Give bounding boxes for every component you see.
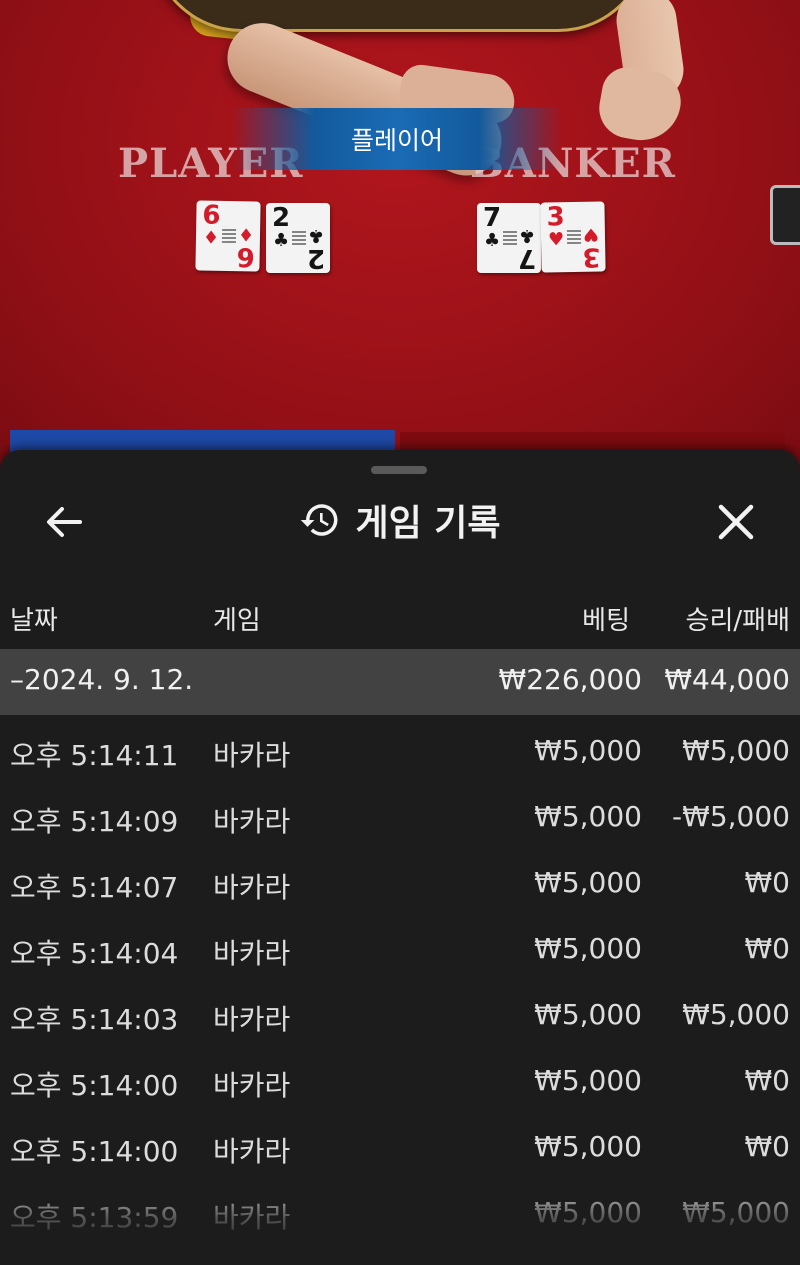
banker-card-1: 7 ♣ 7 ♣ [477,203,541,273]
banker-card-2: 3 ♥ 3 ♥ [540,201,606,273]
row-bet: ₩5,000 [534,1064,642,1097]
sheet-title: 게임 기록 [0,490,800,550]
row-game: 바카라 [213,871,291,904]
history-row[interactable]: 오후 5:13:59 바카라 ₩5,000 ₩5,000 [0,1180,800,1246]
card-shoe [770,185,800,245]
history-row[interactable]: 오후 5:14:03 바카라 ₩5,000 ₩5,000 [0,982,800,1048]
row-game: 바카라 [213,1201,291,1234]
row-bet: ₩5,000 [534,1196,642,1229]
row-time: 오후 5:14:03 [10,1003,179,1036]
history-row[interactable]: 오후 5:14:07 바카라 ₩5,000 ₩0 [0,850,800,916]
row-win-loss: ₩0 [744,1064,791,1097]
game-history-sheet: 게임 기록 날짜 게임 베팅 승리/패배 –2024. 9. 12. ₩226,… [0,450,800,1265]
sheet-header: 게임 기록 [0,490,800,550]
group-total-win-loss: ₩44,000 [664,663,790,696]
row-game: 바카라 [213,1069,291,1102]
row-win-loss: ₩5,000 [682,1196,790,1229]
history-row[interactable]: 오후 5:14:00 바카라 ₩5,000 ₩0 [0,1048,800,1114]
row-win-loss: ₩0 [744,1130,791,1163]
row-time: 오후 5:14:07 [10,871,179,904]
live-video-view: PLAYER BANKER 플레이어 6 ♦ 6 ♦ 2 ♣ 2 ♣ 7 ♣ 7… [0,0,800,470]
row-bet: ₩5,000 [534,800,642,833]
table-header: 날짜 게임 베팅 승리/패배 [0,590,800,646]
row-game: 바카라 [213,1135,291,1168]
row-bet: ₩5,000 [534,932,642,965]
arrow-left-icon [47,507,82,537]
group-date: –2024. 9. 12. [10,663,194,696]
sheet-drag-handle[interactable] [371,466,427,474]
history-row[interactable]: 오후 5:14:11 바카라 ₩5,000 ₩5,000 [0,718,800,784]
history-row[interactable]: 오후 5:14:00 바카라 ₩5,000 ₩0 [0,1114,800,1180]
row-game: 바카라 [213,739,291,772]
column-header-game[interactable]: 게임 [213,600,261,637]
row-time: 오후 5:14:09 [10,805,179,838]
column-header-bet[interactable]: 베팅 [582,600,630,637]
row-time: 오후 5:14:00 [10,1069,179,1102]
row-win-loss: ₩0 [744,866,791,899]
row-win-loss: ₩5,000 [682,734,790,767]
row-game: 바카라 [213,937,291,970]
result-banner: 플레이어 [232,108,562,170]
row-win-loss: ₩5,000 [682,998,790,1031]
column-header-win-loss[interactable]: 승리/패배 [686,600,790,637]
row-win-loss: -₩5,000 [672,800,790,833]
close-icon [718,504,754,540]
history-icon [301,504,338,536]
player-card-1: 6 ♦ 6 ♦ [195,200,261,272]
row-bet: ₩5,000 [534,734,642,767]
sheet-title-text: 게임 기록 [355,503,501,544]
row-bet: ₩5,000 [534,998,642,1031]
row-bet: ₩5,000 [534,866,642,899]
result-banner-text: 플레이어 [350,126,443,155]
row-time: 오후 5:14:11 [10,739,179,772]
dealer-tray [150,0,650,32]
history-list: 오후 5:14:11 바카라 ₩5,000 ₩5,000 오후 5:14:09 … [0,718,800,1246]
group-total-bet: ₩226,000 [498,663,642,696]
row-time: 오후 5:14:04 [10,937,179,970]
row-time: 오후 5:14:00 [10,1135,179,1168]
history-row[interactable]: 오후 5:14:09 바카라 ₩5,000 -₩5,000 [0,784,800,850]
history-row[interactable]: 오후 5:14:04 바카라 ₩5,000 ₩0 [0,916,800,982]
row-time: 오후 5:13:59 [10,1201,179,1234]
date-group-row[interactable]: –2024. 9. 12. ₩226,000 ₩44,000 [0,649,800,715]
row-win-loss: ₩0 [744,932,791,965]
back-button[interactable] [40,498,88,546]
close-button[interactable] [712,498,760,546]
row-game: 바카라 [213,1003,291,1036]
column-header-date[interactable]: 날짜 [10,600,58,637]
row-bet: ₩5,000 [534,1130,642,1163]
player-card-2: 2 ♣ 2 ♣ [266,203,330,273]
row-game: 바카라 [213,805,291,838]
